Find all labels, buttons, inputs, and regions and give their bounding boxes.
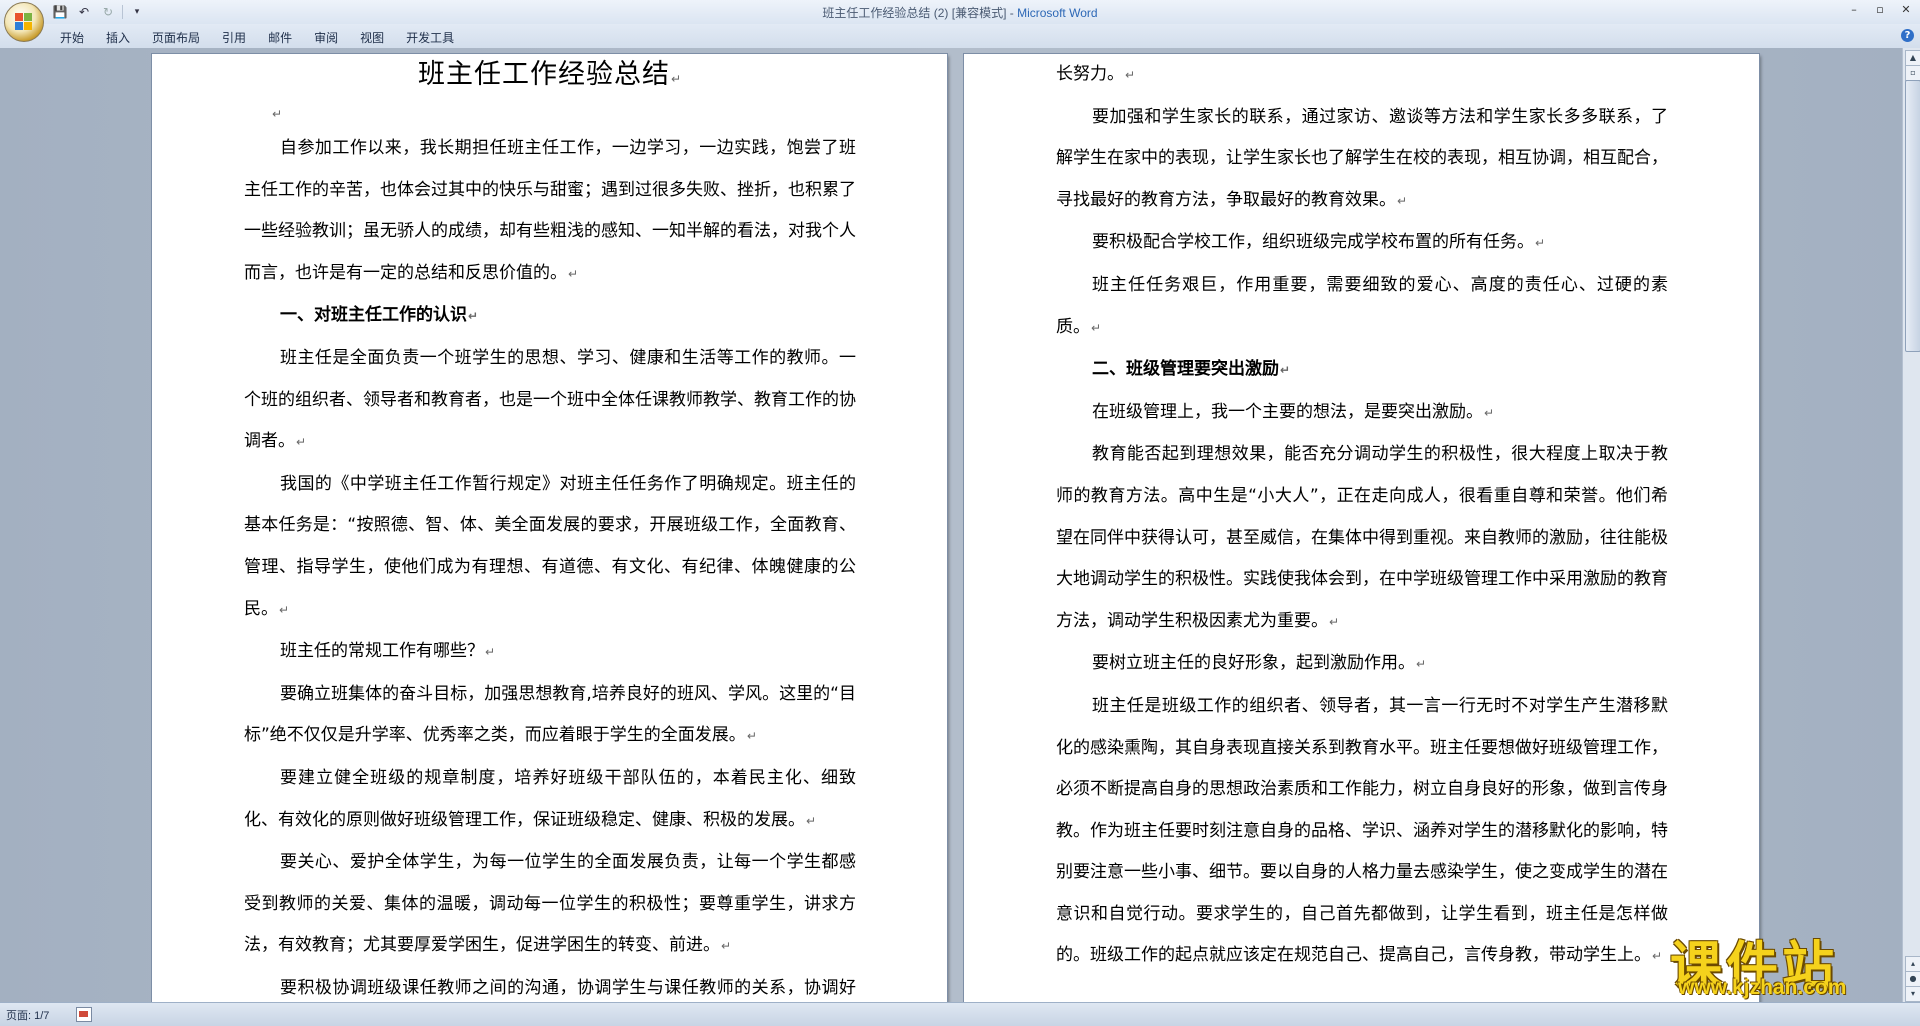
paragraph-mark: ↵ (806, 813, 817, 828)
paragraph-text: 班主任任务艰巨，作用重要，需要细致的爱心、高度的责任心、过硬的素质。 (1056, 274, 1668, 337)
paragraph: 班主任是全面负责一个班学生的思想、学习、健康和生活等工作的教师。一个班的组织者、… (244, 338, 856, 464)
tab-insert[interactable]: 插入 (98, 29, 144, 46)
next-page-icon[interactable]: ▾ (1905, 986, 1920, 1002)
paragraph-text: 要关心、爱护全体学生，为每一位学生的全面发展负责，让每一个学生都感受到教师的关爱… (244, 852, 856, 956)
page-2[interactable]: 长努力。↵ 要加强和学生家长的联系，通过家访、邀谈等方法和学生家长多多联系，了解学… (964, 54, 1759, 1002)
close-button[interactable]: ✕ (1898, 2, 1914, 18)
tab-developer[interactable]: 开发工具 (398, 29, 468, 46)
paragraph: 要关心、爱护全体学生，为每一位学生的全面发展负责，让每一个学生都感受到教师的关爱… (244, 842, 856, 968)
paragraph: 长努力。↵ (1056, 54, 1668, 97)
page-2-paragraphs: 长努力。↵ 要加强和学生家长的联系，通过家访、邀谈等方法和学生家长多多联系，了解学… (1056, 54, 1668, 978)
paragraph-mark: ↵ (468, 309, 479, 324)
paragraph: 要积极配合学校工作，组织班级完成学校布置的所有任务。↵ (1056, 222, 1668, 265)
paragraph-text: 我国的《中学班主任工作暂行规定》对班主任任务作了明确规定。班主任的基本任务是：“… (244, 473, 856, 619)
paragraph-mark: ↵ (1125, 68, 1136, 82)
paragraph-text: 二、班级管理要突出激励 (1092, 359, 1279, 380)
paragraph: 自参加工作以来，我长期担任班主任工作，一边学习，一边实践，饱尝了班主任工作的辛苦… (244, 128, 856, 295)
section-heading: 二、班级管理要突出激励↵ (1056, 349, 1668, 392)
paragraph-text: 要积极配合学校工作，组织班级完成学校布置的所有任务。 (1092, 232, 1534, 253)
paragraph: 要树立班主任的良好形象，起到激励作用。↵ (1056, 643, 1668, 686)
office-logo-icon (15, 13, 33, 31)
select-browse-object-icon[interactable]: ● (1905, 971, 1920, 987)
paragraph-text: 在班级管理上，我一个主要的想法，是要突出激励。 (1092, 401, 1483, 422)
page-count-status[interactable]: 页面: 1/7 (6, 1007, 49, 1023)
tab-view[interactable]: 视图 (352, 29, 398, 46)
document-title: 班主任工作经验总结↵ (417, 59, 683, 90)
previous-page-icon[interactable]: ▴ (1905, 956, 1920, 972)
paragraph-text: 要积极协调班级课任教师之间的沟通，协调学生与课任教师的关系，协调好各科教学工作，… (280, 977, 856, 998)
paragraph-mark: ↵ (1329, 614, 1340, 629)
watermark-logo: 课件站 www.kjzhan.com (1668, 924, 1900, 1004)
paragraph-text: 要树立班主任的良好形象，起到激励作用。 (1092, 653, 1415, 674)
paragraph: 班主任是班级工作的组织者、领导者，其一言一行无时不对学生产生潜移默化的感染熏陶，… (1056, 686, 1668, 978)
paragraph: 班主任的常规工作有哪些？↵ (244, 631, 856, 674)
tab-home[interactable]: 开始 (52, 29, 98, 46)
window-title: 班主任工作经验总结 (2) [兼容模式] - Microsoft Word (0, 4, 1920, 21)
scrollbar-thumb[interactable] (1905, 80, 1920, 352)
watermark-url: www.kjzhan.com (1678, 976, 1847, 999)
paragraph-text: 要确立班集体的奋斗目标，加强思想教育,培养良好的班风、学风。这里的“目标”绝不仅… (244, 683, 856, 746)
paragraph-mark: ↵ (1535, 236, 1546, 251)
paragraph: 我国的《中学班主任工作暂行规定》对班主任任务作了明确规定。班主任的基本任务是：“… (244, 464, 856, 631)
page-2-content: 长努力。↵ 要加强和学生家长的联系，通过家访、邀谈等方法和学生家长多多联系，了解学… (1056, 54, 1668, 978)
paragraph-mark: ↵ (1091, 320, 1102, 335)
paragraph-mark: ↵ (1280, 363, 1291, 378)
page-1-paragraphs: ↵ 自参加工作以来，我长期担任班主任工作，一边学习，一边实践，饱尝了班主任工作的辛… (244, 98, 856, 1002)
proofing-icon[interactable] (76, 1007, 92, 1022)
page-1-content: 班主任工作经验总结↵ ↵ 自参加工作以来，我长期担任班主任工作，一边学习，一边实践… (244, 54, 856, 1002)
ribbon-tabs: 开始 插入 页面布局 引用 邮件 审阅 视图 开发工具 (52, 29, 468, 46)
paragraph-mark: ↵ (1652, 949, 1663, 964)
minimize-button[interactable]: – (1846, 2, 1862, 18)
vertical-scrollbar[interactable]: ▲ ▫ ▴ ● ▾ (1902, 48, 1920, 1002)
tab-references[interactable]: 引用 (214, 29, 260, 46)
paragraph: 要积极协调班级课任教师之间的沟通，协调学生与课任教师的关系，协调好各科教学工作，… (244, 968, 856, 1002)
paragraph-text: 班主任是全面负责一个班学生的思想、学习、健康和生活等工作的教师。一个班的组织者、… (244, 347, 856, 452)
ruler-toggle-icon[interactable]: ▫ (1905, 65, 1920, 81)
status-bar: 页面: 1/7 (0, 1002, 1920, 1026)
page-1[interactable]: 班主任工作经验总结↵ ↵ 自参加工作以来，我长期担任班主任工作，一边学习，一边实践… (152, 54, 947, 1002)
paragraph-mark: ↵ (721, 939, 732, 954)
paragraph-mark: ↵ (568, 266, 579, 281)
window-controls: – ▫ ✕ (1846, 2, 1914, 18)
paragraph: 班主任任务艰巨，作用重要，需要细致的爱心、高度的责任心、过硬的素质。↵ (1056, 265, 1668, 349)
paragraph-mark: ↵ (296, 435, 307, 450)
paragraph: 要确立班集体的奋斗目标，加强思想教育,培养良好的班风、学风。这里的“目标”绝不仅… (244, 674, 856, 758)
paragraph-text: 要加强和学生家长的联系，通过家访、邀谈等方法和学生家长多多联系，了解学生在家中的… (1056, 106, 1668, 210)
paragraph-text: 自参加工作以来，我长期担任班主任工作，一边学习，一边实践，饱尝了班主任工作的辛苦… (244, 138, 856, 283)
app-name: Microsoft Word (1017, 6, 1098, 20)
title-bar: 💾 ↶ ↻ ▾ 班主任工作经验总结 (2) [兼容模式] - Microsoft… (0, 0, 1920, 24)
paragraph-text: 教育能否起到理想效果，能否充分调动学生的积极性，很大程度上取决于教师的教育方法。… (1056, 444, 1668, 631)
paragraph-text: 一、对班主任工作的认识 (280, 305, 467, 326)
maximize-button[interactable]: ▫ (1872, 2, 1888, 18)
paragraph: 要加强和学生家长的联系，通过家访、邀谈等方法和学生家长多多联系，了解学生在家中的… (1056, 97, 1668, 223)
scroll-up-icon[interactable]: ▲ (1905, 50, 1920, 66)
document-name: 班主任工作经验总结 (2) [兼容模式] - (822, 6, 1018, 20)
paragraph-mark: ↵ (746, 729, 757, 744)
section-heading: 一、对班主任工作的认识↵ (244, 295, 856, 338)
help-icon[interactable]: ? (1901, 29, 1914, 42)
paragraph-mark: ↵ (1416, 657, 1427, 672)
empty-paragraph: ↵ (244, 98, 856, 128)
tab-mailings[interactable]: 邮件 (260, 29, 306, 46)
paragraph-mark: ↵ (1484, 405, 1495, 420)
paragraph-text: 长努力。 (1056, 64, 1124, 84)
tab-page-layout[interactable]: 页面布局 (144, 29, 214, 46)
office-button[interactable] (4, 2, 44, 42)
paragraph-mark: ↵ (670, 72, 683, 86)
paragraph: 教育能否起到理想效果，能否充分调动学生的积极性，很大程度上取决于教师的教育方法。… (1056, 434, 1668, 643)
ribbon-tab-row: 开始 插入 页面布局 引用 邮件 审阅 视图 开发工具 ? (0, 24, 1920, 49)
paragraph: 要建立健全班级的规章制度，培养好班级干部队伍的，本着民主化、细致化、有效化的原则… (244, 758, 856, 842)
paragraph-mark: ↵ (485, 645, 496, 660)
paragraph-text: 班主任是班级工作的组织者、领导者，其一言一行无时不对学生产生潜移默化的感染熏陶，… (1056, 695, 1668, 966)
tab-review[interactable]: 审阅 (306, 29, 352, 46)
paragraph: 在班级管理上，我一个主要的想法，是要突出激励。↵ (1056, 392, 1668, 435)
paragraph-mark: ↵ (279, 602, 290, 617)
paragraph-text: 要建立健全班级的规章制度，培养好班级干部队伍的，本着民主化、细致化、有效化的原则… (244, 767, 856, 830)
paragraph-text: 班主任的常规工作有哪些？ (280, 641, 484, 662)
document-area: 班主任工作经验总结↵ ↵ 自参加工作以来，我长期担任班主任工作，一边学习，一边实践… (0, 48, 1902, 1002)
paragraph-mark: ↵ (272, 107, 283, 121)
paragraph-mark: ↵ (1397, 193, 1408, 208)
